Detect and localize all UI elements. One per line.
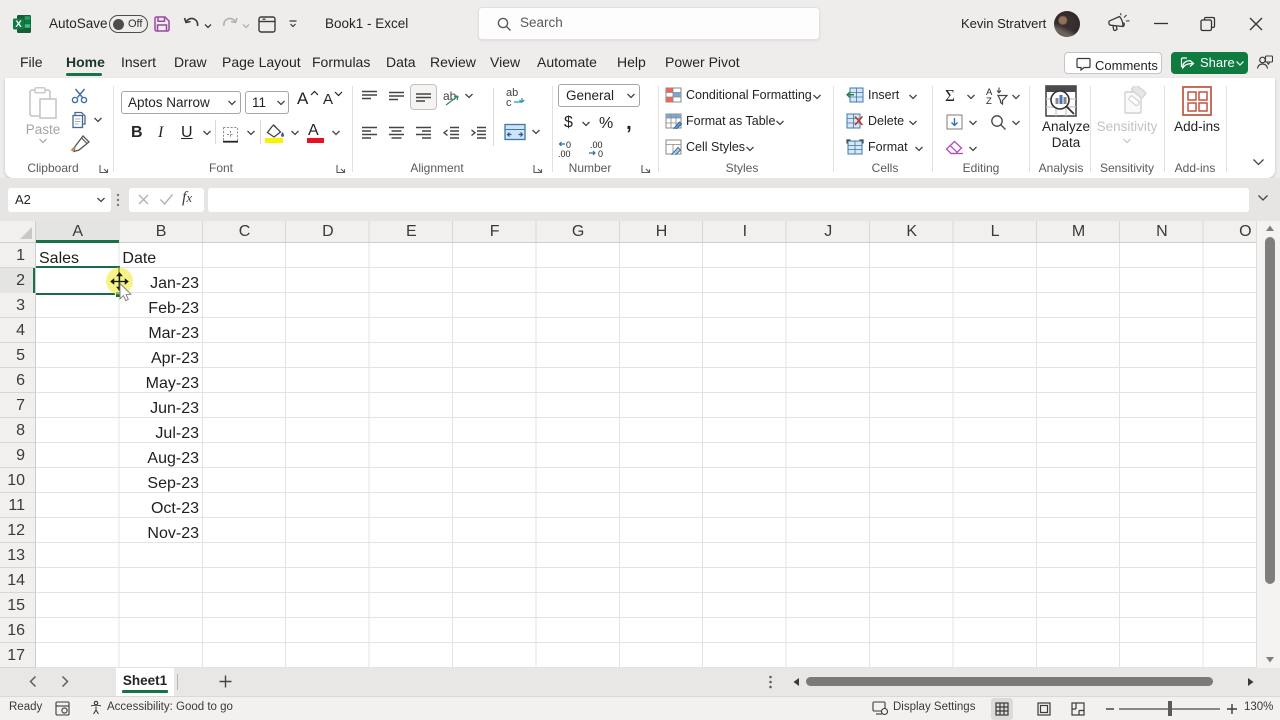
- svg-text:c: c: [506, 97, 512, 108]
- svg-text:Z: Z: [986, 96, 992, 105]
- svg-text:0: 0: [598, 149, 603, 158]
- svg-text:X: X: [15, 19, 22, 30]
- svg-text:.00: .00: [558, 149, 571, 158]
